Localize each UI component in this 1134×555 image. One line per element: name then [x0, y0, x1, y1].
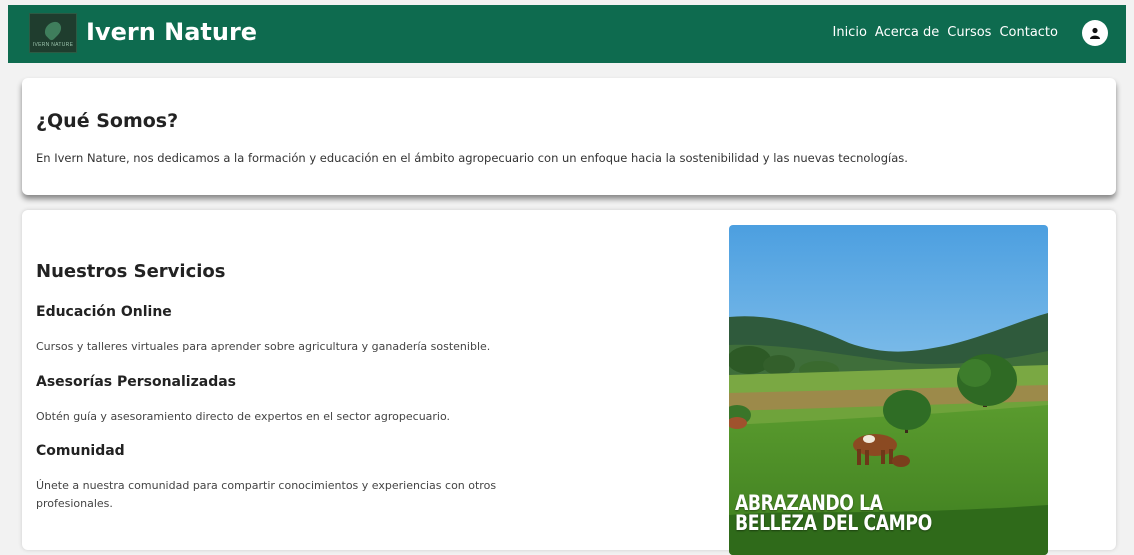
- main-nav: Inicio Acerca de Cursos Contacto: [825, 25, 1059, 40]
- nav-link-inicio[interactable]: Inicio: [833, 25, 867, 40]
- about-card: ¿Qué Somos? En Ivern Nature, nos dedicam…: [22, 78, 1116, 195]
- services-title: Nuestros Servicios: [36, 261, 226, 282]
- service-desc-asesorias: Obtén guía y asesoramiento directo de ex…: [36, 410, 451, 423]
- about-title: ¿Qué Somos?: [36, 110, 179, 132]
- leaf-icon: [41, 18, 65, 41]
- image-caption-line-2: BELLEZA DEL CAMPO: [735, 511, 932, 535]
- service-heading-online: Educación Online: [36, 304, 172, 320]
- logo[interactable]: IVERN NATURE: [29, 13, 77, 53]
- nav-link-acerca[interactable]: Acerca de: [875, 25, 939, 40]
- services-card: Nuestros Servicios Educación Online Curs…: [22, 210, 1116, 555]
- service-desc-online: Cursos y talleres virtuales para aprende…: [36, 340, 491, 353]
- image-caption: ABRAZANDO LA BELLEZA DEL CAMPO: [735, 491, 932, 535]
- nav-link-contacto[interactable]: Contacto: [999, 25, 1058, 40]
- about-text: En Ivern Nature, nos dedicamos a la form…: [36, 151, 908, 165]
- page-scrollbar[interactable]: [1128, 0, 1134, 540]
- landscape-image: ABRAZANDO LA BELLEZA DEL CAMPO: [729, 225, 1048, 555]
- logo-caption: IVERN NATURE: [32, 41, 74, 48]
- image-caption-line-1: ABRAZANDO LA: [735, 491, 883, 515]
- nav-link-cursos[interactable]: Cursos: [947, 25, 991, 40]
- service-heading-asesorias: Asesorías Personalizadas: [36, 374, 236, 390]
- user-icon: [1090, 27, 1100, 39]
- top-navbar: IVERN NATURE Ivern Nature Inicio Acerca …: [8, 5, 1126, 63]
- service-heading-comunidad: Comunidad: [36, 443, 125, 459]
- user-account-button[interactable]: [1082, 20, 1108, 46]
- service-desc-comunidad: Únete a nuestra comunidad para compartir…: [36, 479, 497, 510]
- brand-name[interactable]: Ivern Nature: [86, 18, 257, 46]
